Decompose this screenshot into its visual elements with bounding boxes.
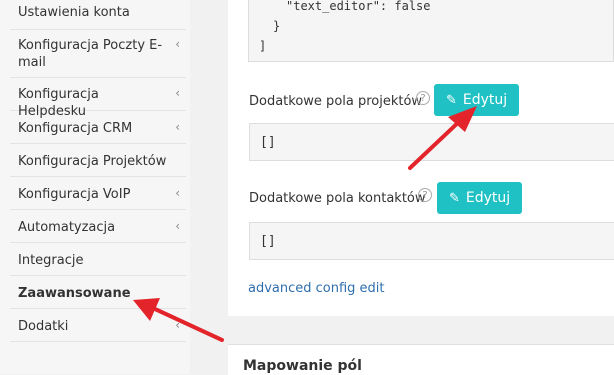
advanced-config-edit-link[interactable]: advanced config edit: [248, 281, 385, 296]
code-line: }: [273, 19, 281, 33]
edit-icon: ✎: [449, 191, 460, 206]
sidebar-item-crm[interactable]: Konfiguracja CRM ‹: [10, 111, 186, 144]
sidebar: Ustawienia konta Konfiguracja Poczty E-m…: [0, 0, 190, 374]
button-label: Edytuj: [465, 190, 511, 206]
chevron-left-icon: ‹: [175, 318, 180, 332]
sidebar-item-label: Integracje: [18, 253, 84, 268]
contact-fields-value[interactable]: []: [249, 222, 614, 260]
sidebar-item-label: Konfiguracja CRM: [18, 121, 133, 136]
edit-icon: ✎: [446, 93, 457, 108]
sidebar-item-ustawienia-konta[interactable]: Ustawienia konta: [10, 0, 186, 30]
sidebar-item-projekty[interactable]: Konfiguracja Projektów: [10, 144, 186, 177]
project-fields-value[interactable]: []: [249, 123, 614, 161]
chevron-left-icon: ‹: [175, 37, 180, 51]
sidebar-item-integracje[interactable]: Integracje: [10, 243, 186, 276]
help-icon[interactable]: ?: [418, 188, 432, 202]
sidebar-item-dodatki[interactable]: Dodatki ‹: [10, 309, 186, 342]
section-title: Mapowanie pól: [243, 358, 362, 374]
sidebar-item-automatyzacja[interactable]: Automatyzacja ‹: [10, 210, 186, 243]
contact-fields-label: Dodatkowe pola kontaktów: [249, 191, 426, 206]
chevron-left-icon: ‹: [175, 219, 180, 233]
sidebar-item-label: Dodatki: [18, 319, 69, 334]
chevron-left-icon: ‹: [175, 186, 180, 200]
edit-project-fields-button[interactable]: ✎ Edytuj: [434, 84, 520, 116]
help-icon[interactable]: ?: [416, 91, 430, 105]
sidebar-item-poczta[interactable]: Konfiguracja Poczty E-mail ‹: [10, 30, 186, 78]
sidebar-item-label: Konfiguracja Projektów: [18, 154, 167, 169]
project-fields-label: Dodatkowe pola projektów: [249, 94, 423, 109]
code-line: ]: [259, 39, 267, 53]
sidebar-item-label: Konfiguracja VoIP: [18, 187, 131, 202]
sidebar-item-label: Zaawansowane: [18, 286, 131, 301]
chevron-left-icon: ‹: [175, 120, 180, 134]
sidebar-item-zaawansowane[interactable]: Zaawansowane: [10, 276, 186, 309]
sidebar-item-label: Ustawienia konta: [18, 5, 130, 20]
edit-contact-fields-button[interactable]: ✎ Edytuj: [437, 182, 523, 214]
sidebar-item-voip[interactable]: Konfiguracja VoIP ‹: [10, 177, 186, 210]
sidebar-item-label: Automatyzacja: [18, 220, 116, 235]
button-label: Edytuj: [462, 92, 508, 108]
sidebar-item-label: Konfiguracja Poczty E-mail: [18, 38, 163, 70]
json-config-box[interactable]: "text_editor": false } ]: [248, 0, 614, 62]
sidebar-item-helpdesk[interactable]: Konfiguracja Helpdesku ‹: [10, 78, 186, 119]
chevron-left-icon: ‹: [175, 86, 180, 100]
code-line: "text_editor": false: [286, 0, 431, 13]
